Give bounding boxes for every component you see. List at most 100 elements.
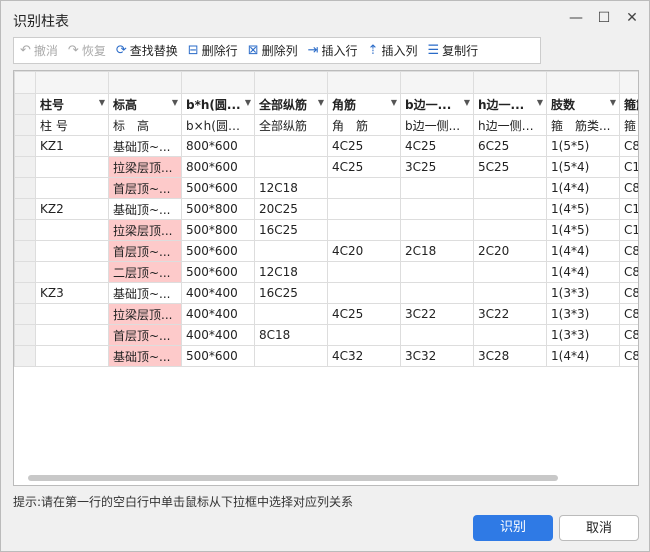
table-cell[interactable]: 二层顶~...	[108, 261, 182, 283]
table-cell[interactable]: KZ1	[35, 135, 109, 157]
table-cell[interactable]: 12C18	[254, 261, 328, 283]
table-cell[interactable]	[254, 240, 328, 262]
table-cell[interactable]	[35, 177, 109, 199]
table-cell[interactable]: 1(4*5)	[546, 198, 620, 220]
column-header-dropdown[interactable]: h边一... ▼	[473, 93, 547, 115]
table-cell[interactable]: 400*400	[181, 282, 255, 304]
toolbar-button-2[interactable]: ⟳ 查找替换	[116, 42, 178, 59]
mapping-cell[interactable]	[181, 71, 255, 94]
close-button[interactable]: ✕	[619, 6, 645, 30]
table-cell[interactable]	[473, 219, 547, 241]
table-cell[interactable]: 1(4*4)	[546, 177, 620, 199]
row-header[interactable]	[14, 135, 36, 157]
mapping-cell[interactable]	[546, 71, 620, 94]
mapping-cell[interactable]	[400, 71, 474, 94]
table-cell[interactable]: 6C25	[473, 135, 547, 157]
table-cell[interactable]	[400, 324, 474, 346]
table-cell[interactable]	[400, 198, 474, 220]
table-cell[interactable]	[473, 198, 547, 220]
column-header-dropdown[interactable]: 角筋 ▼	[327, 93, 401, 115]
minimize-button[interactable]: —	[563, 6, 589, 30]
row-header[interactable]	[14, 282, 36, 304]
table-cell[interactable]: C10...	[619, 198, 638, 220]
mapping-cell[interactable]	[473, 71, 547, 94]
subheader-cell[interactable]: h边一侧中...	[473, 114, 547, 136]
mapping-cell[interactable]	[327, 71, 401, 94]
table-cell[interactable]: 1(5*5)	[546, 135, 620, 157]
table-cell[interactable]: 3C22	[473, 303, 547, 325]
table-cell[interactable]	[327, 198, 401, 220]
subheader-cell[interactable]: 标 高	[108, 114, 182, 136]
cancel-button[interactable]: 取消	[559, 515, 639, 541]
table-cell[interactable]	[254, 135, 328, 157]
table-cell[interactable]: C8...	[619, 282, 638, 304]
table-cell[interactable]: 1(3*3)	[546, 324, 620, 346]
column-header-dropdown[interactable]: 柱号 ▼	[35, 93, 109, 115]
table-cell[interactable]: 4C25	[327, 303, 401, 325]
table-cell[interactable]: 3C25	[400, 156, 474, 178]
table-cell[interactable]	[400, 261, 474, 283]
table-cell[interactable]: 3C28	[473, 345, 547, 367]
toolbar-button-3[interactable]: ⊟ 删除行	[188, 42, 238, 59]
table-cell[interactable]: 基础顶~...	[108, 345, 182, 367]
table-cell[interactable]	[254, 303, 328, 325]
subheader-cell[interactable]: b边一侧...	[400, 114, 474, 136]
table-cell[interactable]: C8...	[619, 261, 638, 283]
recognize-button[interactable]: 识别	[473, 515, 553, 541]
table-cell[interactable]: 4C32	[327, 345, 401, 367]
table-cell[interactable]	[254, 156, 328, 178]
table-cell[interactable]: 4C25	[327, 156, 401, 178]
table-cell[interactable]: 1(5*4)	[546, 156, 620, 178]
table-cell[interactable]: 500*800	[181, 219, 255, 241]
table-cell[interactable]: 1(3*3)	[546, 303, 620, 325]
table-cell[interactable]: C8...	[619, 324, 638, 346]
column-header-dropdown[interactable]: 肢数 ▼	[546, 93, 620, 115]
table-cell[interactable]: 首层顶~...	[108, 240, 182, 262]
table-cell[interactable]: 4C25	[400, 135, 474, 157]
table-cell[interactable]: 20C25	[254, 198, 328, 220]
table-cell[interactable]: C8...	[619, 177, 638, 199]
mapping-cell[interactable]	[619, 71, 638, 94]
table-cell[interactable]: C8...	[619, 135, 638, 157]
table-cell[interactable]: 首层顶~...	[108, 177, 182, 199]
subheader-cell[interactable]: 箍 筋类...	[546, 114, 620, 136]
row-header[interactable]	[14, 156, 36, 178]
row-header[interactable]	[14, 240, 36, 262]
row-header[interactable]	[14, 345, 36, 367]
table-cell[interactable]: 拉梁层顶...	[108, 156, 182, 178]
toolbar-button-4[interactable]: ⊠ 删除列	[248, 42, 298, 59]
subheader-cell[interactable]: b×h(圆柱...	[181, 114, 255, 136]
subheader-cell[interactable]: 全部纵筋	[254, 114, 328, 136]
table-cell[interactable]: 1(4*4)	[546, 261, 620, 283]
table-cell[interactable]: 1(4*5)	[546, 219, 620, 241]
toolbar-button-5[interactable]: ⇥ 插入行	[308, 42, 358, 59]
table-cell[interactable]: 16C25	[254, 282, 328, 304]
table-cell[interactable]: C10...	[619, 219, 638, 241]
table-cell[interactable]	[327, 177, 401, 199]
mapping-cell[interactable]	[35, 71, 109, 94]
table-cell[interactable]: 4C25	[327, 135, 401, 157]
table-cell[interactable]: 1(3*3)	[546, 282, 620, 304]
table-cell[interactable]	[473, 261, 547, 283]
subheader-cell[interactable]: 柱 号	[35, 114, 109, 136]
row-header[interactable]	[14, 324, 36, 346]
table-cell[interactable]: 12C18	[254, 177, 328, 199]
table-cell[interactable]: 2C20	[473, 240, 547, 262]
subheader-cell[interactable]: 箍	[619, 114, 638, 136]
table-cell[interactable]: 500*600	[181, 240, 255, 262]
table-cell[interactable]: 16C25	[254, 219, 328, 241]
table-cell[interactable]	[327, 261, 401, 283]
table-cell[interactable]: KZ3	[35, 282, 109, 304]
table-cell[interactable]	[35, 156, 109, 178]
table-cell[interactable]	[35, 261, 109, 283]
toolbar-button-0[interactable]: ↶ 撤消	[20, 42, 58, 59]
subheader-cell[interactable]: 角 筋	[327, 114, 401, 136]
maximize-button[interactable]: ☐	[591, 6, 617, 30]
table-cell[interactable]: 4C20	[327, 240, 401, 262]
table-cell[interactable]: C8...	[619, 240, 638, 262]
table-cell[interactable]: 3C32	[400, 345, 474, 367]
mapping-cell[interactable]	[108, 71, 182, 94]
table-cell[interactable]: 500*600	[181, 261, 255, 283]
table-cell[interactable]: C8...	[619, 303, 638, 325]
table-cell[interactable]	[400, 177, 474, 199]
